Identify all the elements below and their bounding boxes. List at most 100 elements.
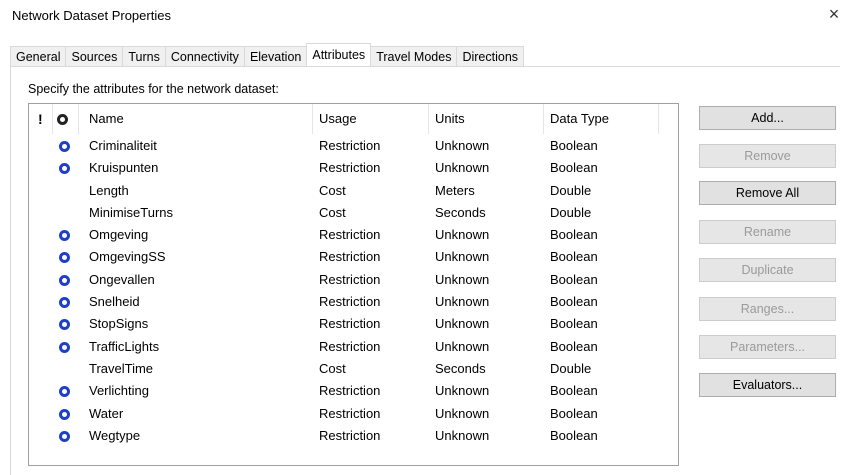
tab-strip: General Sources Turns Connectivity Eleva…: [10, 43, 525, 66]
row-data-type: Boolean: [550, 138, 598, 153]
tab-turns[interactable]: Turns: [122, 46, 166, 66]
tab-directions[interactable]: Directions: [456, 46, 525, 66]
evaluator-icon: [59, 252, 70, 264]
table-row[interactable]: Verlichting Restriction Unknown Boolean: [29, 380, 678, 402]
header-data-type[interactable]: Data Type: [544, 104, 659, 134]
window-title: Network Dataset Properties: [12, 8, 171, 23]
row-usage: Restriction: [319, 271, 381, 287]
tab-sources[interactable]: Sources: [65, 46, 124, 66]
row-units: Unknown: [435, 316, 490, 332]
row-usage: Cost: [319, 182, 346, 198]
row-data-type: Boolean: [550, 338, 598, 354]
table-row[interactable]: StopSigns Restriction Unknown Boolean: [29, 313, 678, 335]
row-usage: Restriction: [319, 427, 381, 443]
header-usage[interactable]: Usage: [313, 104, 429, 134]
row-name: Criminaliteit: [89, 138, 157, 153]
row-usage: Restriction: [319, 338, 381, 354]
table-row[interactable]: Criminaliteit Restriction Unknown Boolean: [29, 135, 678, 157]
add-button[interactable]: Add...: [699, 106, 836, 130]
table-row[interactable]: Wegtype Restriction Unknown Boolean: [29, 425, 678, 447]
row-data-type: Boolean: [550, 316, 598, 332]
evaluator-icon: [59, 430, 70, 442]
row-name: TravelTime: [89, 360, 154, 376]
row-usage: Restriction: [319, 294, 381, 310]
row-evaluator-cell: [53, 135, 79, 157]
tab-connectivity[interactable]: Connectivity: [164, 46, 245, 66]
row-usage: Cost: [319, 360, 346, 376]
ranges-button[interactable]: Ranges...: [699, 297, 836, 321]
row-units: Unknown: [435, 271, 490, 287]
row-usage: Restriction: [319, 249, 381, 265]
header-name[interactable]: Name: [83, 104, 313, 134]
row-usage: Restriction: [319, 138, 381, 153]
parameters-button[interactable]: Parameters...: [699, 335, 836, 359]
rename-button[interactable]: Rename: [699, 220, 836, 244]
list-header: ! Name Usage Units Data Type: [29, 104, 678, 134]
evaluator-icon: [59, 163, 70, 175]
row-units: Unknown: [435, 338, 490, 354]
table-row[interactable]: TravelTime Cost Seconds Double: [29, 358, 678, 380]
tab-travel-modes[interactable]: Travel Modes: [370, 46, 458, 66]
row-data-type: Boolean: [550, 271, 598, 287]
table-row[interactable]: Snelheid Restriction Unknown Boolean: [29, 291, 678, 313]
row-data-type: Double: [550, 182, 592, 198]
row-usage: Restriction: [319, 405, 381, 421]
instructions-label: Specify the attributes for the network d…: [28, 82, 279, 96]
header-evaluator[interactable]: [53, 104, 79, 134]
row-units: Unknown: [435, 249, 490, 265]
row-data-type: Boolean: [550, 249, 598, 265]
row-data-type: Boolean: [550, 294, 598, 310]
row-usage: Restriction: [319, 383, 381, 399]
row-usage: Restriction: [319, 227, 381, 243]
table-row[interactable]: TrafficLights Restriction Unknown Boolean: [29, 336, 678, 358]
row-units: Meters: [435, 182, 475, 198]
header-exclamation[interactable]: !: [29, 104, 53, 134]
table-row[interactable]: Water Restriction Unknown Boolean: [29, 403, 678, 425]
row-evaluator-cell: [53, 246, 79, 268]
row-evaluator-cell: [53, 202, 79, 224]
row-name: Omgeving: [89, 227, 149, 243]
close-icon[interactable]: ×: [824, 4, 844, 25]
header-units[interactable]: Units: [429, 104, 544, 134]
table-row[interactable]: Ongevallen Restriction Unknown Boolean: [29, 269, 678, 291]
row-units: Seconds: [435, 204, 486, 220]
row-evaluator-cell: [53, 157, 79, 179]
table-row[interactable]: Kruispunten Restriction Unknown Boolean: [29, 157, 678, 179]
row-usage: Cost: [319, 204, 346, 220]
row-units: Unknown: [435, 383, 490, 399]
row-evaluator-cell: [53, 403, 79, 425]
evaluator-icon: [57, 114, 68, 125]
evaluator-icon: [59, 408, 70, 420]
row-evaluator-cell: [53, 425, 79, 447]
row-name: Wegtype: [89, 427, 141, 443]
row-data-type: Boolean: [550, 427, 598, 443]
tab-general[interactable]: General: [10, 46, 67, 66]
attributes-list[interactable]: ! Name Usage Units Data Type Criminalite…: [28, 103, 679, 466]
row-data-type: Boolean: [550, 227, 598, 243]
row-evaluator-cell: [53, 269, 79, 291]
evaluator-icon: [59, 274, 70, 286]
tab-attributes[interactable]: Attributes: [306, 43, 372, 66]
table-row[interactable]: MinimiseTurns Cost Seconds Double: [29, 202, 678, 224]
row-evaluator-cell: [53, 313, 79, 335]
row-usage: Restriction: [319, 160, 381, 176]
table-row[interactable]: OmgevingSS Restriction Unknown Boolean: [29, 246, 678, 268]
evaluators-button[interactable]: Evaluators...: [699, 373, 836, 397]
remove-button[interactable]: Remove: [699, 144, 836, 168]
row-units: Unknown: [435, 227, 490, 243]
row-evaluator-cell: [53, 180, 79, 202]
row-name: Kruispunten: [89, 160, 159, 176]
duplicate-button[interactable]: Duplicate: [699, 258, 836, 282]
row-units: Unknown: [435, 427, 490, 443]
row-name: Verlichting: [89, 383, 149, 399]
table-row[interactable]: Omgeving Restriction Unknown Boolean: [29, 224, 678, 246]
row-name: OmgevingSS: [89, 249, 166, 265]
table-row[interactable]: Length Cost Meters Double: [29, 180, 678, 202]
row-units: Unknown: [435, 405, 490, 421]
row-units: Seconds: [435, 360, 486, 376]
row-units: Unknown: [435, 294, 490, 310]
row-name: Ongevallen: [89, 271, 155, 287]
row-data-type: Boolean: [550, 160, 598, 176]
tab-elevation[interactable]: Elevation: [243, 46, 308, 66]
remove-all-button[interactable]: Remove All: [699, 181, 836, 205]
